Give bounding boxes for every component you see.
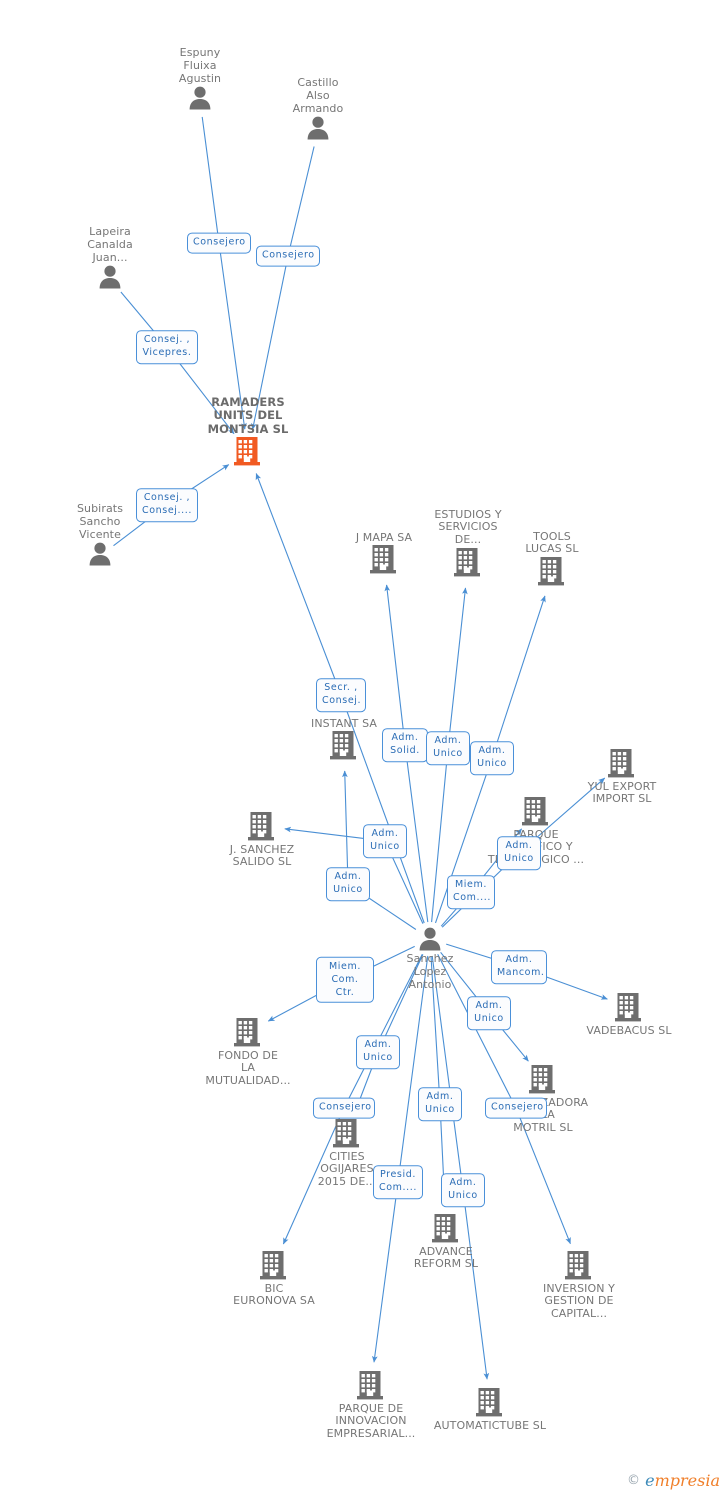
node-label: TOOLS LUCAS SL [525,529,579,556]
person-node-sanchez[interactable]: Sanchez Lopez Antonio [370,927,490,992]
company-icon [330,731,356,760]
company-icon-wrap [311,1370,431,1401]
relation-chip-c10[interactable]: Adm. Unico [326,867,370,901]
company-icon-wrap [202,811,322,842]
person-icon-wrap [258,116,378,140]
relation-chip-c6[interactable]: Adm. Solid. [382,728,428,762]
person-icon-wrap [40,542,160,566]
company-icon-wrap [188,1017,308,1048]
company-icon [248,811,274,840]
relationship-graph: Espuny Fluixa Agustin Castillo Also Arman… [0,0,728,1500]
node-label: RAMADERS UNITS DEL MONTSIA SL [207,394,289,436]
node-label: BIC EURONOVA SA [233,1281,315,1308]
node-label: J. SANCHEZ SALIDO SL [229,842,295,869]
relation-chip-c2[interactable]: Consejero [256,245,320,267]
company-icon [608,748,634,777]
node-label: Espuny Fluixa Agustin [178,46,222,85]
company-icon-wrap [562,748,682,779]
node-label: Lapeira Canalda Juan... [87,225,133,264]
company-icon [234,437,260,466]
node-label: PARQUE DE INNOVACION EMPRESARIAL... [326,1401,416,1441]
company-node-bic[interactable]: BIC EURONOVA SA [214,1250,334,1309]
company-icon [333,1118,359,1147]
person-icon-wrap [50,265,170,289]
node-label: VADEBACUS SL [586,1023,672,1037]
node-label: AUTOMATICTUBE SL [433,1418,547,1432]
company-icon [234,1017,260,1046]
relation-chip-c7[interactable]: Adm. Unico [426,731,470,765]
company-icon [454,548,480,577]
relation-chip-c9[interactable]: Adm. Unico [363,824,407,858]
person-icon [307,116,329,140]
node-label: Castillo Also Armando [292,76,344,115]
relation-chip-c14[interactable]: Miem. Com. Ctr. [316,956,374,1004]
copyright-icon: © [627,1473,641,1488]
company-icon [522,796,548,825]
brand-initial: e [645,1471,655,1490]
company-icon-wrap [483,1064,603,1095]
relation-chip-c1[interactable]: Consejero [187,232,251,254]
person-icon-wrap [140,86,260,110]
company-icon [357,1370,383,1399]
person-node-castillo[interactable]: Castillo Also Armando [258,76,378,140]
node-label: FONDO DE LA MUTUALIDAD... [205,1048,291,1088]
relation-chip-c11[interactable]: Adm. Unico [497,836,541,870]
relation-chip-c18[interactable]: Consejero [313,1097,375,1119]
company-icon-wrap [519,1250,639,1281]
relation-chip-c15[interactable]: Adm. Unico [467,996,511,1030]
person-icon [189,86,211,110]
relation-chip-c8[interactable]: Adm. Unico [470,741,514,775]
brand-name: mpresia [654,1471,720,1490]
relation-chip-c20[interactable]: Presid. Com.... [373,1165,423,1199]
person-icon [99,265,121,289]
relation-chip-c12[interactable]: Miem. Com.... [447,875,495,909]
relation-chip-c4[interactable]: Consej. , Consej.... [136,488,198,522]
company-icon-wrap [188,436,308,467]
relation-chip-c21[interactable]: Adm. Unico [441,1173,485,1207]
company-icon-wrap [386,1213,506,1244]
empresia-watermark: © empresia [627,1471,720,1490]
company-node-automatic[interactable]: AUTOMATICTUBE SL [430,1387,550,1433]
company-node-advance[interactable]: ADVANCE REFORM SL [386,1213,506,1272]
company-icon [370,545,396,574]
person-icon-wrap [370,927,490,951]
company-node-fondo[interactable]: FONDO DE LA MUTUALIDAD... [188,1017,308,1089]
company-node-vadebacus[interactable]: VADEBACUS SL [569,992,689,1038]
relation-chip-c16[interactable]: Adm. Unico [356,1035,400,1069]
company-icon-wrap [287,1118,407,1149]
relation-chip-c17[interactable]: Adm. Unico [418,1087,462,1121]
relation-chip-c3[interactable]: Consej. , Vicepres. [136,330,198,364]
company-icon-wrap [492,556,612,587]
person-icon [419,927,441,951]
company-node-tools[interactable]: TOOLS LUCAS SL [492,529,612,588]
company-node-ramaders[interactable]: RAMADERS UNITS DEL MONTSIA SL [188,394,308,468]
company-icon [529,1064,555,1093]
company-icon [476,1387,502,1416]
relation-chip-c13[interactable]: Adm. Mancom. [491,950,547,984]
person-node-espuny[interactable]: Espuny Fluixa Agustin [140,46,260,110]
company-icon-wrap [430,1387,550,1418]
node-label: INVERSION Y GESTION DE CAPITAL... [542,1281,616,1321]
node-label: ADVANCE REFORM SL [413,1244,479,1271]
node-label: Sanchez Lopez Antonio [406,952,454,991]
relation-chip-c5[interactable]: Secr. , Consej. [316,678,366,712]
company-icon-wrap [476,796,596,827]
company-node-jsanchez[interactable]: J. SANCHEZ SALIDO SL [202,811,322,870]
company-icon-wrap [569,992,689,1023]
company-icon [615,992,641,1021]
edge-espuny-to-ramaders [201,116,247,430]
company-icon [565,1250,591,1279]
person-icon [89,542,111,566]
person-node-lapeira[interactable]: Lapeira Canalda Juan... [50,225,170,289]
relation-chip-c19[interactable]: Consejero [485,1097,547,1119]
company-icon [538,557,564,586]
company-icon [260,1250,286,1279]
company-node-parqueinn[interactable]: PARQUE DE INNOVACION EMPRESARIAL... [311,1370,431,1442]
company-icon-wrap [214,1250,334,1281]
edge-castillo-to-ramaders [251,146,315,430]
edge-sanchez-to-advance [430,955,448,1206]
company-node-inversion[interactable]: INVERSION Y GESTION DE CAPITAL... [519,1250,639,1322]
company-icon [432,1213,458,1242]
